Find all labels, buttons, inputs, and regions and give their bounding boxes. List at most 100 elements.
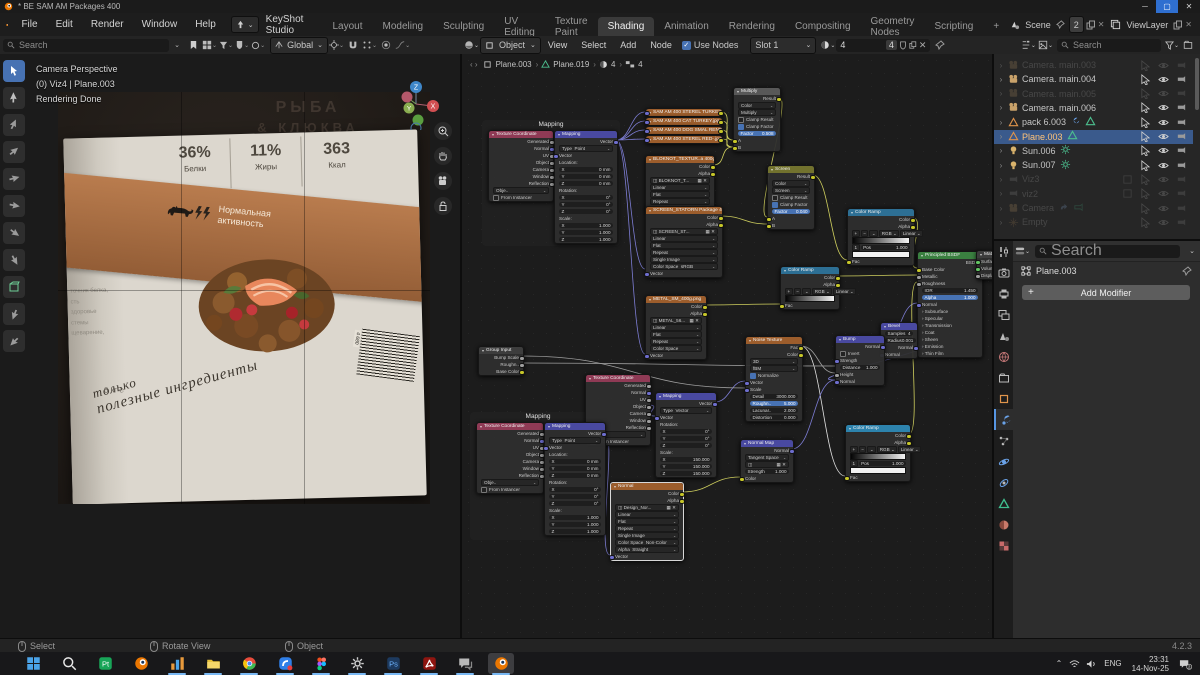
checkbox-icon[interactable] (481, 487, 487, 493)
node-row[interactable]: From Instancer (489, 194, 553, 201)
node-header[interactable]: ▾Bevel (881, 323, 917, 330)
value-field[interactable]: Z1.000 (549, 529, 601, 534)
lock-button[interactable] (434, 197, 452, 215)
minimize-button[interactable]: ─ (1134, 0, 1156, 13)
properties-tab-physics[interactable] (994, 451, 1013, 472)
node-row[interactable]: Camera (489, 166, 553, 173)
node-row[interactable]: A (734, 137, 780, 144)
node-row[interactable]: Y0 mm (555, 173, 617, 180)
camera-icon[interactable] (1176, 203, 1187, 214)
node-row[interactable]: Type Point⌄ (545, 437, 605, 444)
node-header[interactable]: ▾Normal (611, 483, 683, 490)
value-field[interactable]: X1.000 (559, 223, 613, 228)
node-row[interactable]: Roughness (918, 280, 982, 287)
camera-view-button[interactable] (434, 172, 452, 190)
value-field[interactable]: Z0° (660, 443, 712, 448)
node-row[interactable]: Base Color (479, 368, 523, 375)
bookmark-button[interactable] (186, 38, 200, 52)
node-header[interactable]: ▾SAM AM 400 DOG SMAL REND LAWN.. (646, 127, 722, 134)
node-header[interactable]: ▾Multiply (734, 88, 780, 95)
node-row[interactable]: Y1.000 (555, 229, 617, 236)
socket[interactable] (644, 111, 649, 116)
node-header[interactable]: ▾Group Input (479, 347, 523, 354)
node-row[interactable]: Radius0.001 (881, 337, 917, 344)
node-row[interactable]: Object (477, 451, 543, 458)
pin-icon[interactable] (935, 40, 945, 50)
cursor-target-button[interactable]: ⌄ (329, 38, 344, 52)
properties-object-name[interactable]: Plane.003 (1036, 266, 1077, 276)
value-field[interactable]: Strength1.000 (745, 469, 789, 474)
figma-taskbar-button[interactable] (308, 653, 334, 674)
node-row[interactable]: X0 mm (555, 166, 617, 173)
tab-animation[interactable]: Animation (654, 17, 718, 36)
node-row[interactable]: X1.000 (545, 514, 605, 521)
properties-search-input[interactable]: Search (1035, 245, 1180, 258)
node-header[interactable]: ▾Mapping (545, 423, 605, 430)
node-row[interactable]: Metallic (918, 273, 982, 280)
node-row[interactable]: Repeat⌄ (611, 525, 683, 532)
node-row[interactable]: Color (848, 216, 914, 223)
node-row[interactable]: Flat⌄ (646, 191, 714, 198)
node-row[interactable]: Strength1.000 (741, 468, 793, 475)
scene-unlink-icon[interactable]: ✕ (1098, 20, 1105, 29)
node-row[interactable]: Bump Scale (479, 354, 523, 361)
value-field[interactable]: Factor0.040 (772, 209, 810, 214)
tab-rendering[interactable]: Rendering (719, 17, 785, 36)
checkbox-icon[interactable] (738, 124, 744, 130)
photoshop-taskbar-button[interactable]: Ps (380, 653, 406, 674)
input-socket[interactable] (844, 476, 849, 481)
chat-taskbar-button[interactable] (452, 653, 478, 674)
node-row[interactable]: Flat⌄ (611, 518, 683, 525)
value-field[interactable]: Y0° (549, 494, 601, 499)
sun-data-icon[interactable] (1060, 159, 1071, 170)
value-field[interactable]: X0° (660, 429, 712, 434)
camera-icon[interactable] (1176, 131, 1187, 142)
node-row[interactable]: Alpha (611, 497, 683, 504)
node-row[interactable]: Color (846, 432, 910, 439)
value-field[interactable]: IOR1.450 (922, 288, 978, 293)
node-row[interactable]: Object (586, 403, 650, 410)
value-field[interactable]: X0° (549, 487, 601, 492)
pin-icon[interactable] (1182, 266, 1192, 276)
properties-tab-object-data[interactable] (994, 493, 1013, 514)
properties-tab-object[interactable] (994, 388, 1013, 409)
node-row[interactable]: Vector (656, 400, 716, 407)
node-row[interactable]: Base Color (918, 266, 982, 273)
tab-compositing[interactable]: Compositing (785, 17, 861, 36)
node-row[interactable]: Color⌄ (734, 102, 780, 109)
node-row[interactable]: Result (768, 173, 814, 180)
value-field[interactable]: Z0 mm (549, 473, 601, 478)
eye-icon[interactable] (1158, 60, 1169, 71)
node-menu-select[interactable]: Select (574, 40, 613, 50)
input-socket[interactable] (609, 555, 614, 560)
node-row[interactable]: Vector (611, 553, 683, 560)
layout-grid-button[interactable]: ⌄ (202, 38, 217, 52)
expand-chevron-icon[interactable]: › (994, 103, 1008, 112)
orientation-select[interactable]: Global⌄ (270, 37, 328, 54)
node-row[interactable]: BSDF (918, 259, 982, 266)
expand-chevron-icon[interactable]: › (994, 75, 1008, 84)
node-header[interactable]: ▾SCREEN_STATORN Package 400g-1.. (646, 207, 722, 214)
unlink-icon[interactable]: ✕ (919, 40, 927, 51)
wrench-icon[interactable] (1070, 116, 1081, 127)
chrome-taskbar-button[interactable] (236, 653, 262, 674)
checkbox-icon[interactable] (738, 117, 744, 123)
node-row[interactable]: Scale (746, 386, 802, 393)
sun-data-icon[interactable] (1060, 144, 1071, 155)
outliner-display-mode-icon[interactable]: ⌄ (1021, 38, 1036, 52)
outliner-row-viz2[interactable]: ›viz2 (994, 187, 1193, 201)
node-row[interactable]: Linear⌄ (646, 324, 706, 331)
volume-icon[interactable] (1086, 659, 1097, 669)
value-field[interactable]: X0 mm (549, 459, 601, 464)
camera-icon[interactable] (1176, 102, 1187, 113)
node-row[interactable]: +−⌄RGB ⌄Linear ⌄ (781, 288, 839, 295)
close-button[interactable]: ✕ (1178, 0, 1200, 13)
outliner-row-viz3[interactable]: ›Viz3 (994, 172, 1193, 186)
properties-tab-material[interactable] (994, 514, 1013, 535)
new-collection-icon[interactable] (1181, 38, 1195, 52)
node-row[interactable] (781, 295, 839, 302)
photopea-taskbar-button[interactable]: Pt (92, 653, 118, 674)
node-multiply-9[interactable]: ▾MultiplyResultColor⌄Multiply⌄Clamp Resu… (733, 87, 781, 152)
select-arrow-icon[interactable] (1140, 74, 1151, 85)
value-field[interactable]: Z0 mm (559, 181, 613, 186)
